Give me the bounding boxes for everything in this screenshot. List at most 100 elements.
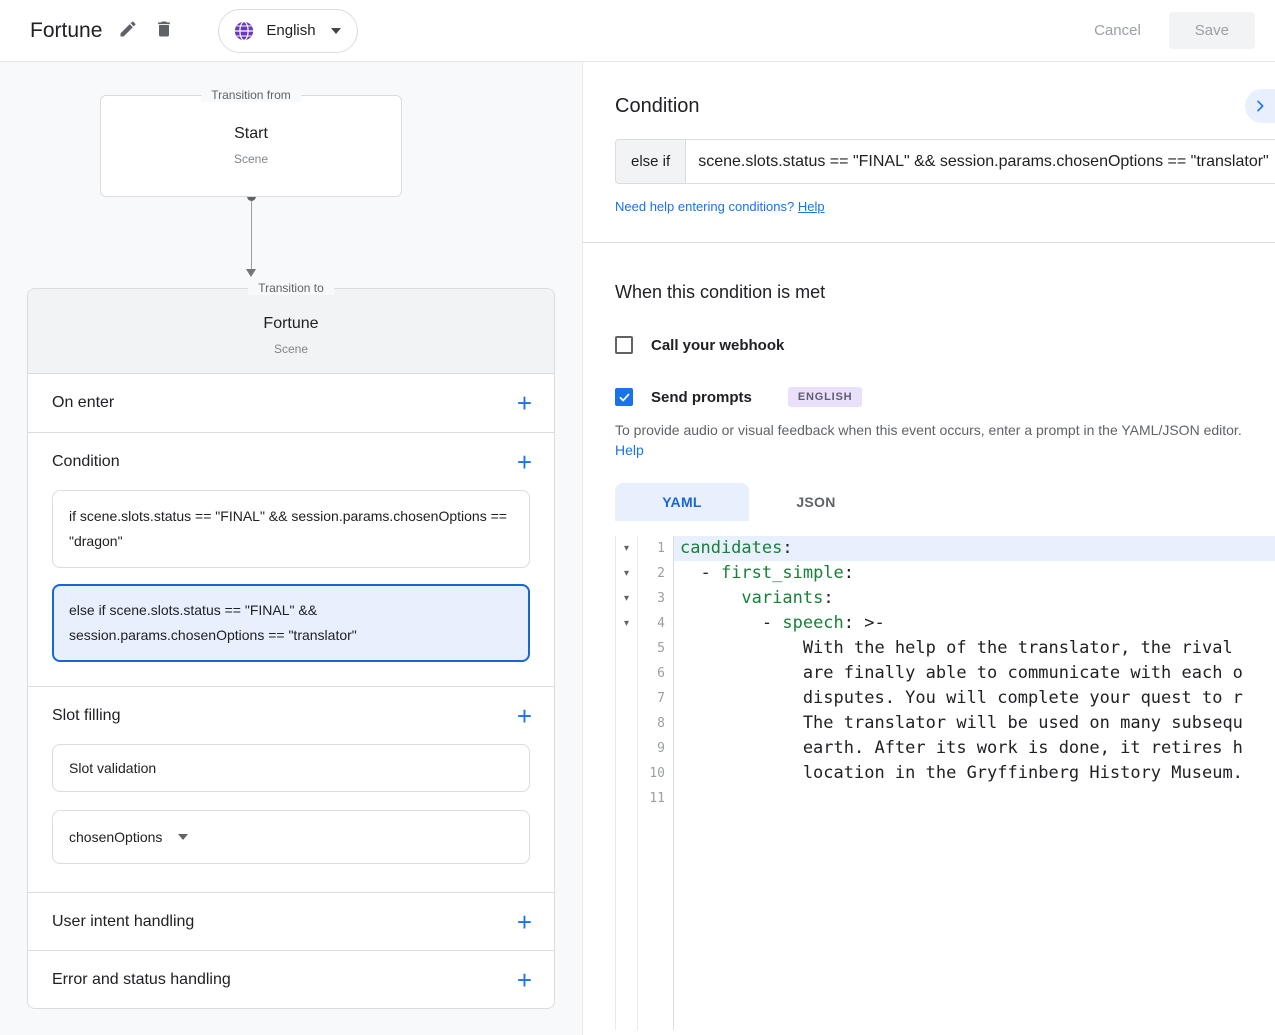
section-slot-filling[interactable]: Slot filling + <box>28 686 554 744</box>
detail-panel-title: Condition <box>615 95 1275 118</box>
fold-toggle-icon[interactable]: ▾ <box>616 611 637 636</box>
arrow-down-icon <box>246 269 256 277</box>
save-button[interactable]: Save <box>1169 12 1255 49</box>
line-number: 9 <box>638 736 665 761</box>
section-condition[interactable]: Condition + <box>28 432 554 490</box>
line-number: 2 <box>638 561 665 586</box>
condition-help-line: Need help entering conditions? Help <box>615 199 1275 214</box>
section-user-intent-label: User intent handling <box>52 913 194 931</box>
scene-card: Transition to Fortune Scene On enter + C… <box>27 288 555 1009</box>
condition-help-link[interactable]: Help <box>798 199 825 214</box>
section-error-handling-label: Error and status handling <box>52 971 231 989</box>
editor-tabs: YAML JSON <box>615 483 1275 521</box>
scene-name: Fortune <box>28 315 554 333</box>
add-slot-button[interactable]: + <box>517 703 532 729</box>
edit-title-button[interactable] <box>118 19 138 42</box>
scene-type: Scene <box>28 342 554 356</box>
header-actions: Cancel Save <box>1094 12 1255 49</box>
tab-json[interactable]: JSON <box>749 483 883 521</box>
code-line[interactable]: earth. After its work is done, it retire… <box>674 736 1275 761</box>
fold-toggle-icon[interactable]: ▾ <box>616 586 637 611</box>
gutter-numbers: 1234567891011 <box>638 536 674 1030</box>
section-user-intent[interactable]: User intent handling + <box>28 892 554 950</box>
divider <box>583 242 1275 243</box>
gutter-folds: ▾▾▾▾ <box>616 536 638 1030</box>
condition-item-dragon[interactable]: if scene.slots.status == "FINAL" && sess… <box>52 490 530 568</box>
section-on-enter[interactable]: On enter + <box>28 374 554 432</box>
language-selector[interactable]: English <box>218 9 357 53</box>
from-scene-type: Scene <box>101 152 401 166</box>
code-lines: candidates: - first_simple: variants: - … <box>674 536 1275 1030</box>
content-area: Transition from Start Scene Transition t… <box>0 62 1275 1035</box>
fold-toggle-icon[interactable]: ▾ <box>616 536 637 561</box>
code-line[interactable]: With the help of the translator, the riv… <box>674 636 1275 661</box>
add-error-handling-button[interactable]: + <box>517 967 532 993</box>
transition-arrow <box>100 197 402 277</box>
add-condition-button[interactable]: + <box>517 449 532 475</box>
fold-toggle-icon <box>616 786 637 811</box>
line-number: 4 <box>638 611 665 636</box>
delete-scene-button[interactable] <box>154 19 174 42</box>
prompt-help-link[interactable]: Help <box>615 442 644 458</box>
globe-icon <box>233 20 255 42</box>
condition-expression-input[interactable]: scene.slots.status == "FINAL" && session… <box>686 139 1275 184</box>
code-line[interactable]: The translator will be used on many subs… <box>674 711 1275 736</box>
from-scene-name: Start <box>101 125 401 143</box>
line-number: 7 <box>638 686 665 711</box>
line-number: 10 <box>638 761 665 786</box>
webhook-checkbox[interactable] <box>615 336 633 354</box>
trash-icon <box>154 19 174 42</box>
send-prompts-label: Send prompts <box>651 389 752 406</box>
when-met-heading: When this condition is met <box>615 282 1275 303</box>
checkmark-icon <box>618 391 631 404</box>
tab-yaml[interactable]: YAML <box>615 483 749 521</box>
code-line[interactable]: are finally able to communicate with eac… <box>674 661 1275 686</box>
code-line[interactable]: variants: <box>674 586 1275 611</box>
code-line[interactable]: location in the Gryffinberg History Muse… <box>674 761 1275 786</box>
slot-chosenoptions-dropdown[interactable]: chosenOptions <box>52 810 530 864</box>
code-line[interactable]: - first_simple: <box>674 561 1275 586</box>
send-prompts-checkbox[interactable] <box>615 388 633 406</box>
scene-card-header: Fortune Scene <box>28 289 554 374</box>
code-line[interactable] <box>674 786 1275 811</box>
chevron-down-icon <box>178 834 188 840</box>
condition-detail-panel: Condition else if scene.slots.status == … <box>583 62 1275 1035</box>
slot-validation-item[interactable]: Slot validation <box>52 744 530 792</box>
connector-line <box>251 201 252 269</box>
transition-from-box[interactable]: Transition from Start Scene <box>100 95 402 197</box>
line-number: 1 <box>638 536 665 561</box>
add-on-enter-button[interactable]: + <box>517 390 532 416</box>
transition-to-label: Transition to <box>248 281 334 295</box>
line-number: 8 <box>638 711 665 736</box>
fold-toggle-icon[interactable]: ▾ <box>616 561 637 586</box>
prompt-help-text: To provide audio or visual feedback when… <box>615 420 1245 460</box>
fold-toggle-icon <box>616 711 637 736</box>
pencil-icon <box>118 19 138 42</box>
fold-toggle-icon <box>616 636 637 661</box>
fold-toggle-icon <box>616 736 637 761</box>
webhook-label: Call your webhook <box>651 337 784 354</box>
yaml-editor[interactable]: ▾▾▾▾ 1234567891011 candidates: - first_s… <box>615 536 1275 1030</box>
line-number: 6 <box>638 661 665 686</box>
slot-name-label: chosenOptions <box>69 829 162 845</box>
send-prompts-row: Send prompts ENGLISH <box>615 387 1275 407</box>
help-question-text: Need help entering conditions? <box>615 199 794 214</box>
line-number: 11 <box>638 786 665 811</box>
condition-expression-row: else if scene.slots.status == "FINAL" &&… <box>615 139 1275 184</box>
add-user-intent-button[interactable]: + <box>517 909 532 935</box>
webhook-row: Call your webhook <box>615 336 1275 354</box>
chevron-down-icon <box>331 28 341 34</box>
section-error-handling[interactable]: Error and status handling + <box>28 950 554 1008</box>
code-line[interactable]: - speech: >- <box>674 611 1275 636</box>
code-line[interactable]: candidates: <box>674 536 1275 561</box>
cancel-button[interactable]: Cancel <box>1094 22 1141 39</box>
transition-from-label: Transition from <box>201 88 301 102</box>
code-line[interactable]: disputes. You will complete your quest t… <box>674 686 1275 711</box>
scene-graph-panel: Transition from Start Scene Transition t… <box>0 62 583 1035</box>
app-window: Fortune English Cancel <box>0 0 1275 1035</box>
condition-list: if scene.slots.status == "FINAL" && sess… <box>28 490 554 686</box>
condition-item-translator-selected[interactable]: else if scene.slots.status == "FINAL" &&… <box>52 584 530 662</box>
section-slot-filling-label: Slot filling <box>52 707 120 725</box>
collapse-panel-button[interactable] <box>1245 89 1275 123</box>
condition-prefix-label: else if <box>615 139 686 184</box>
